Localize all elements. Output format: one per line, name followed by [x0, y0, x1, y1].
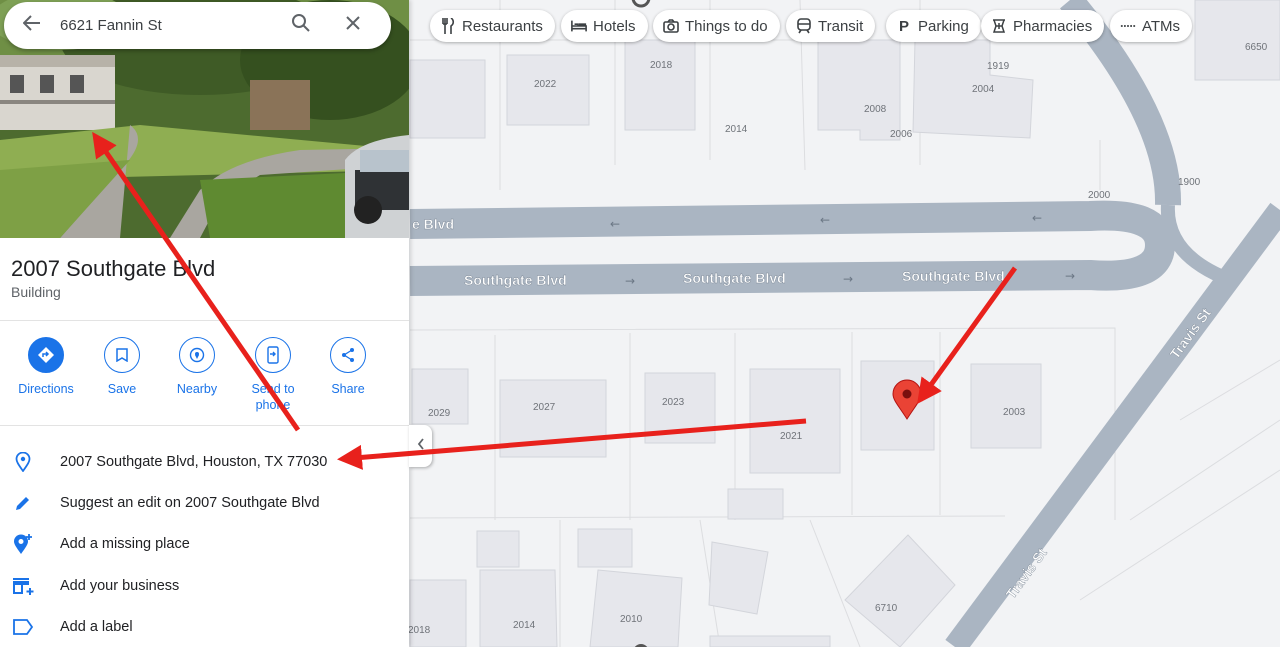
svg-text:→: → [1065, 269, 1075, 283]
street-label-southgate-upper: e Blvd [412, 216, 454, 232]
lot-number: 2018 [650, 60, 673, 71]
bed-icon [571, 18, 587, 34]
add-label-row[interactable]: Add a label [0, 606, 409, 647]
search-button[interactable] [275, 2, 327, 49]
directions-label: Directions [18, 382, 74, 396]
search-input[interactable] [60, 17, 270, 34]
camera-icon [663, 18, 679, 34]
lot-number: 2029 [428, 408, 451, 419]
fork-knife-icon [440, 18, 456, 34]
lot-number: 2021 [780, 431, 803, 442]
close-icon [345, 15, 361, 36]
nearby-button[interactable]: Nearby [159, 337, 235, 397]
add-missing-place-row[interactable]: Add a missing place [0, 523, 409, 564]
back-arrow-icon [22, 15, 41, 36]
add-label-text: Add a label [60, 618, 133, 635]
add-location-icon [0, 533, 46, 555]
search-box [4, 2, 391, 49]
save-label: Save [107, 382, 137, 396]
svg-text:→: → [843, 272, 853, 286]
chip-label: Things to do [685, 17, 768, 35]
chip-transit[interactable]: Transit [786, 10, 876, 42]
chip-parking[interactable]: P Parking [886, 10, 981, 42]
lot-number: 2018 [408, 625, 431, 636]
lot-number: 2014 [513, 620, 536, 631]
chevron-left-icon [417, 437, 425, 455]
chip-atms[interactable]: ATMs [1110, 10, 1193, 42]
suggest-edit-text: Suggest an edit on 2007 Southgate Blvd [60, 494, 320, 511]
back-button[interactable] [4, 2, 60, 49]
svg-text:←: ← [610, 217, 620, 231]
street-view-photo[interactable] [0, 0, 409, 238]
directions-icon [28, 337, 64, 373]
add-business-text: Add your business [60, 577, 180, 594]
chip-label: ATMs [1142, 17, 1181, 35]
address-row[interactable]: 2007 Southgate Blvd, Houston, TX 77030 [0, 441, 409, 482]
chip-label: Transit [818, 17, 864, 35]
chip-label: Pharmacies [1013, 17, 1093, 35]
place-type: Building [11, 284, 61, 300]
send-to-phone-label: Send to phone [251, 382, 295, 412]
street-label-southgate-2: Southgate Blvd [683, 270, 786, 286]
lot-number: 2022 [534, 79, 557, 90]
suggest-edit-row[interactable]: Suggest an edit on 2007 Southgate Blvd [0, 482, 409, 523]
street-label-southgate-1: Southgate Blvd [464, 272, 567, 288]
lot-number: 2000 [1088, 190, 1111, 201]
share-button[interactable]: Share [310, 337, 386, 397]
chip-hotels[interactable]: Hotels [561, 10, 648, 42]
chip-restaurants[interactable]: Restaurants [430, 10, 555, 42]
lot-number: 2003 [1003, 407, 1026, 418]
chip-pharmacies[interactable]: Pharmacies [981, 10, 1105, 42]
add-business-row[interactable]: Add your business [0, 565, 409, 606]
street-label-southgate-3: Southgate Blvd [902, 268, 1005, 284]
bookmark-icon [104, 337, 140, 373]
collapse-panel-button[interactable] [409, 425, 432, 467]
send-to-phone-icon [255, 337, 291, 373]
lot-number: 2027 [533, 402, 556, 413]
atm-icon [1120, 18, 1136, 34]
lot-number: 2014 [725, 124, 748, 135]
place-title: 2007 Southgate Blvd [11, 256, 216, 281]
directions-button[interactable]: Directions [8, 337, 84, 397]
svg-text:→: → [625, 274, 635, 288]
place-details-panel: 2007 Southgate Blvd Building Directions … [0, 0, 409, 647]
svg-text:←: ← [1032, 211, 1042, 225]
lot-number: 6650 [1245, 42, 1268, 53]
location-pin-icon [0, 451, 46, 472]
lot-number: 2010 [620, 614, 643, 625]
chip-label: Restaurants [462, 17, 543, 35]
pharmacy-icon [991, 18, 1007, 34]
add-business-icon [0, 576, 46, 596]
nearby-label: Nearby [176, 382, 218, 396]
train-icon [796, 18, 812, 34]
search-icon [291, 13, 311, 38]
lot-number: 6710 [875, 603, 898, 614]
share-label: Share [331, 382, 365, 396]
chip-things-to-do[interactable]: Things to do [653, 10, 780, 42]
lot-number: 2023 [662, 397, 685, 408]
divider [0, 425, 409, 426]
send-to-phone-button[interactable]: Send to phone [235, 337, 311, 413]
chip-label: Parking [918, 17, 969, 35]
divider [0, 320, 409, 321]
lot-number: 2008 [864, 104, 887, 115]
parking-icon: P [898, 17, 909, 35]
address-text: 2007 Southgate Blvd, Houston, TX 77030 [60, 453, 328, 470]
label-icon [0, 618, 46, 635]
lot-number: 2006 [890, 129, 913, 140]
clear-search-button[interactable] [327, 2, 379, 49]
pencil-icon [0, 494, 46, 512]
lot-number: 1919 [987, 61, 1010, 72]
save-button[interactable]: Save [84, 337, 160, 397]
add-missing-place-text: Add a missing place [60, 535, 190, 552]
lot-number: 1900 [1178, 177, 1201, 188]
share-icon [330, 337, 366, 373]
svg-text:←: ← [820, 213, 830, 227]
lot-number: 2004 [972, 84, 995, 95]
nearby-icon [179, 337, 215, 373]
chip-label: Hotels [593, 17, 636, 35]
